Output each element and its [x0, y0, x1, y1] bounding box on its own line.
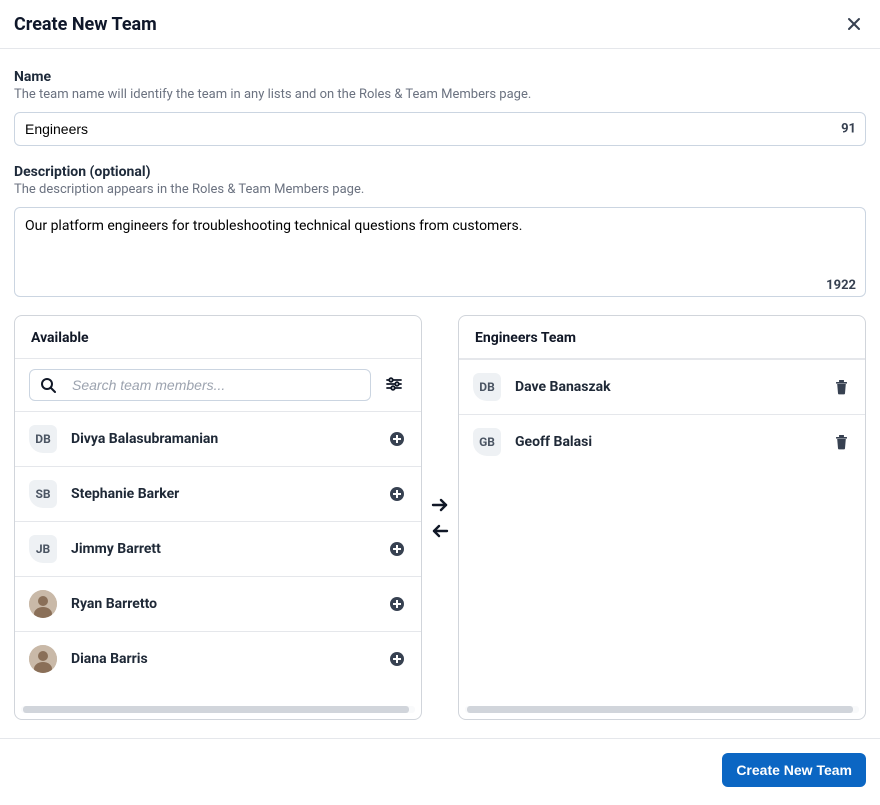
name-label: Name — [14, 69, 866, 85]
desc-label: Description (optional) — [14, 164, 866, 180]
desc-input-wrap: 1922 — [14, 207, 866, 301]
desc-help: The description appears in the Roles & T… — [14, 182, 866, 197]
arrow-left-icon — [430, 522, 450, 540]
dialog-footer: Create New Team — [0, 738, 880, 805]
search-icon — [40, 377, 56, 393]
add-icon — [389, 596, 405, 612]
available-list[interactable]: DB Divya Balasubramanian SB Stephanie Barke… — [15, 411, 421, 706]
avatar — [29, 590, 57, 618]
name-input[interactable] — [14, 112, 866, 146]
member-name: Geoff Balasi — [515, 434, 832, 450]
member-name: Dave Banaszak — [515, 379, 832, 395]
close-icon — [846, 16, 862, 32]
desc-input[interactable] — [14, 207, 866, 297]
list-item[interactable]: DB Divya Balasubramanian — [15, 411, 421, 466]
list-item[interactable]: GB Geoff Balasi — [459, 414, 865, 469]
add-member-button[interactable] — [387, 539, 407, 559]
dialog-title: Create New Team — [14, 14, 157, 35]
filter-button[interactable] — [381, 371, 407, 400]
trash-icon — [834, 434, 849, 450]
member-name: Diana Barris — [71, 651, 387, 667]
add-member-button[interactable] — [387, 429, 407, 449]
close-button[interactable] — [842, 12, 866, 36]
trash-icon — [834, 379, 849, 395]
filter-icon — [385, 375, 403, 393]
name-counter: 91 — [841, 122, 856, 137]
add-member-button[interactable] — [387, 649, 407, 669]
list-item[interactable]: SB Stephanie Barker — [15, 466, 421, 521]
list-item[interactable]: Diana Barris — [15, 631, 421, 686]
add-icon — [389, 486, 405, 502]
add-member-button[interactable] — [387, 594, 407, 614]
member-name: Jimmy Barrett — [71, 541, 387, 557]
desc-counter: 1922 — [826, 278, 856, 293]
list-item[interactable]: Ryan Barretto — [15, 576, 421, 631]
team-h-scrollbar[interactable] — [465, 706, 859, 713]
arrow-right-icon — [430, 496, 450, 514]
dialog-header: Create New Team — [0, 0, 880, 49]
list-item[interactable]: JB Jimmy Barrett — [15, 521, 421, 576]
member-name: Ryan Barretto — [71, 596, 387, 612]
avatar: DB — [29, 425, 57, 453]
avatar — [29, 645, 57, 673]
add-member-button[interactable] — [387, 484, 407, 504]
member-name: Divya Balasubramanian — [71, 431, 387, 447]
avatar: GB — [473, 428, 501, 456]
transfer-controls — [422, 315, 458, 720]
name-help: The team name will identify the team in … — [14, 87, 866, 102]
remove-member-button[interactable] — [832, 432, 851, 452]
available-title: Available — [15, 316, 421, 359]
move-right-button[interactable] — [428, 494, 452, 516]
team-title: Engineers Team — [459, 316, 865, 359]
name-input-wrap: 91 — [14, 112, 866, 146]
remove-member-button[interactable] — [832, 377, 851, 397]
create-team-button[interactable]: Create New Team — [722, 753, 866, 787]
dialog-body: Name The team name will identify the tea… — [0, 49, 880, 720]
add-icon — [389, 651, 405, 667]
list-item[interactable]: DB Dave Banaszak — [459, 359, 865, 414]
available-h-scrollbar[interactable] — [21, 706, 415, 713]
team-panel: Engineers Team DB Dave Banaszak GB Geoff Ba… — [458, 315, 866, 720]
create-team-dialog: Create New Team Name The team name will … — [0, 0, 880, 805]
avatar: SB — [29, 480, 57, 508]
avatar: JB — [29, 535, 57, 563]
add-icon — [389, 431, 405, 447]
team-list[interactable]: DB Dave Banaszak GB Geoff Balasi — [459, 359, 865, 706]
available-panel: Available — [14, 315, 422, 720]
search-input[interactable] — [70, 376, 360, 394]
avatar: DB — [473, 373, 501, 401]
search-box[interactable] — [29, 369, 371, 401]
add-icon — [389, 541, 405, 557]
available-search-row — [15, 359, 421, 411]
dual-list: Available — [14, 315, 866, 720]
member-name: Stephanie Barker — [71, 486, 387, 502]
move-left-button[interactable] — [428, 520, 452, 542]
